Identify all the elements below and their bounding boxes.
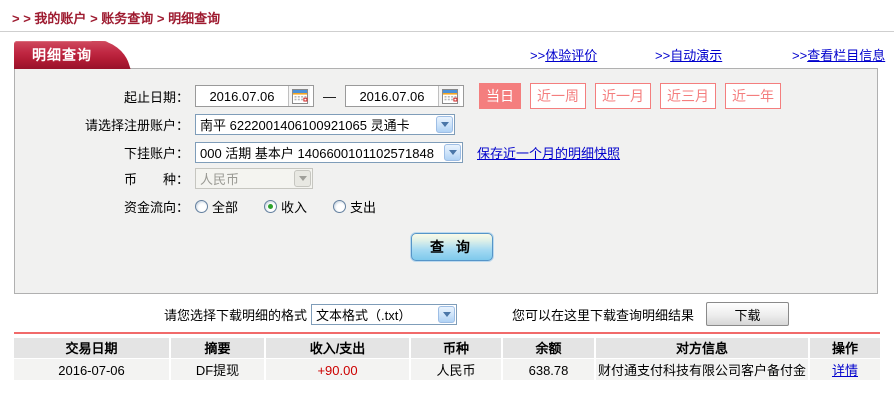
download-row: 请您选择下载明细的格式 文本格式（.txt） 您可以在这里下载查询明细结果 下载 <box>14 300 880 328</box>
save-snapshot-link[interactable]: 保存近一个月的明细快照 <box>477 143 620 162</box>
sub-account-label: 下挂账户： <box>15 143 189 162</box>
chevron-down-icon <box>436 116 453 133</box>
download-format-value: 文本格式（.txt） <box>316 305 411 324</box>
date-from-input[interactable] <box>196 87 288 105</box>
currency-label: 币 种： <box>15 169 189 188</box>
breadcrumb-item-my-account[interactable]: 我的账户 <box>34 11 86 26</box>
table-header-row: 交易日期 摘要 收入/支出 币种 余额 对方信息 操作 <box>14 338 880 358</box>
chevron-down-icon <box>444 144 461 161</box>
breadcrumb-separator: > <box>157 11 165 26</box>
date-to-box <box>345 85 464 107</box>
chevron-down-icon <box>438 306 455 323</box>
date-separator: — <box>323 89 336 104</box>
sub-account-select[interactable]: 000 活期 基本户 1406600101102571848 <box>195 142 463 163</box>
quick-range-week-button[interactable]: 近一周 <box>530 83 586 109</box>
link-prefix: >> <box>792 48 807 63</box>
breadcrumb-item-account-query[interactable]: 账务查询 <box>101 11 153 26</box>
fund-flow-row: 资金流向： 全部 收入 支出 <box>15 197 877 216</box>
quick-range-today-button[interactable]: 当日 <box>479 83 521 109</box>
link-prefix: >> <box>530 48 545 63</box>
results-table: 交易日期 摘要 收入/支出 币种 余额 对方信息 操作 2016-07-06 D… <box>14 338 880 380</box>
date-to-input[interactable] <box>346 87 438 105</box>
detail-link[interactable]: 详情 <box>832 363 858 378</box>
sub-account-row: 下挂账户： 000 活期 基本户 1406600101102571848 保存近… <box>15 142 877 163</box>
flow-radio-income[interactable]: 收入 <box>264 197 307 216</box>
date-range-label: 起止日期： <box>15 87 189 106</box>
calendar-icon[interactable] <box>438 86 460 106</box>
breadcrumb: > > 我的账户 > 账务查询 > 明细查询 <box>12 8 220 27</box>
flow-radio-all[interactable]: 全部 <box>195 197 238 216</box>
link-view-column-info[interactable]: >>查看栏目信息 <box>792 45 885 64</box>
link-prefix: >> <box>655 48 670 63</box>
register-account-select[interactable]: 南平 6222001406100921065 灵通卡 <box>195 114 455 135</box>
download-format-label: 请您选择下载明细的格式 <box>164 305 307 324</box>
download-hint: 您可以在这里下载查询明细结果 <box>512 305 694 324</box>
chevron-down-icon <box>294 170 311 187</box>
cell-amount: +90.00 <box>264 358 409 380</box>
cell-currency: 人民币 <box>409 358 501 380</box>
radio-icon <box>333 200 346 213</box>
link-label: 体验评价 <box>545 48 597 63</box>
currency-select: 人民币 <box>195 168 313 189</box>
sub-account-value: 000 活期 基本户 1406600101102571848 <box>200 143 434 162</box>
column-header-currency: 币种 <box>409 338 501 358</box>
register-account-value: 南平 6222001406100921065 灵通卡 <box>200 115 410 134</box>
column-header-amount: 收入/支出 <box>264 338 409 358</box>
link-experience-rating[interactable]: >>体验评价 <box>530 45 597 64</box>
register-account-row: 请选择注册账户： 南平 6222001406100921065 灵通卡 <box>15 114 877 135</box>
tab-detail-query[interactable]: 明细查询 <box>14 41 110 69</box>
flow-option-label: 支出 <box>350 197 376 216</box>
quick-range-month-button[interactable]: 近一月 <box>595 83 651 109</box>
breadcrumb-separator: > <box>90 11 98 26</box>
date-range-row: 起止日期： — <box>15 83 877 109</box>
download-format-select[interactable]: 文本格式（.txt） <box>311 304 457 325</box>
column-header-counterparty: 对方信息 <box>594 338 808 358</box>
flow-radio-expense[interactable]: 支出 <box>333 197 376 216</box>
table-row: 2016-07-06 DF提现 +90.00 人民币 638.78 财付通支付科… <box>14 358 880 380</box>
flow-option-label: 全部 <box>212 197 238 216</box>
date-from-box <box>195 85 314 107</box>
cell-counterparty: 财付通支付科技有限公司客户备付金 <box>594 358 808 380</box>
currency-row: 币 种： 人民币 <box>15 168 877 189</box>
breadcrumb-prefix: > > <box>12 11 31 26</box>
quick-range-year-button[interactable]: 近一年 <box>725 83 781 109</box>
link-label: 查看栏目信息 <box>807 48 885 63</box>
currency-value: 人民币 <box>200 169 239 188</box>
column-header-action: 操作 <box>808 338 880 358</box>
column-header-balance: 余额 <box>501 338 594 358</box>
cell-date: 2016-07-06 <box>14 358 169 380</box>
query-form-panel: 起止日期： — <box>14 68 878 294</box>
divider <box>0 31 894 32</box>
fund-flow-label: 资金流向： <box>15 197 189 216</box>
download-button[interactable]: 下载 <box>706 302 789 326</box>
query-button[interactable]: 查 询 <box>411 233 493 261</box>
link-auto-demo[interactable]: >>自动演示 <box>655 45 722 64</box>
quick-range-3months-button[interactable]: 近三月 <box>660 83 716 109</box>
register-account-label: 请选择注册账户： <box>15 115 189 134</box>
cell-summary: DF提现 <box>169 358 264 380</box>
breadcrumb-item-detail-query[interactable]: 明细查询 <box>168 11 220 26</box>
cell-balance: 638.78 <box>501 358 594 380</box>
column-header-date: 交易日期 <box>14 338 169 358</box>
radio-icon <box>264 200 277 213</box>
calendar-icon[interactable] <box>288 86 310 106</box>
radio-icon <box>195 200 208 213</box>
flow-option-label: 收入 <box>281 197 307 216</box>
link-label: 自动演示 <box>670 48 722 63</box>
table-top-divider <box>14 332 880 334</box>
column-header-summary: 摘要 <box>169 338 264 358</box>
